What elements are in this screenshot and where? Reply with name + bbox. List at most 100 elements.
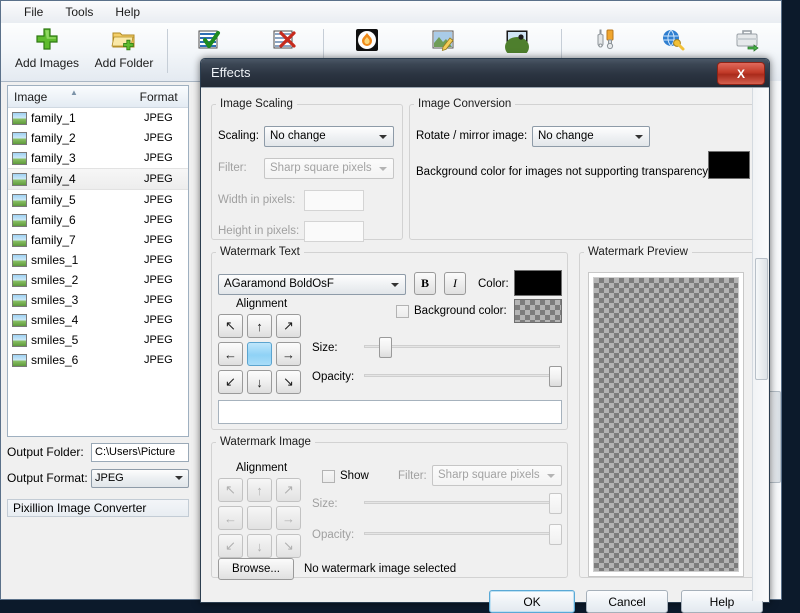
toolbar-add-images-button[interactable]: Add Images	[9, 25, 85, 70]
column-header-format[interactable]: Format	[129, 90, 188, 104]
watermark-background-color-label: Background color:	[414, 305, 507, 317]
align-middle-left-button[interactable]: ←	[218, 342, 243, 366]
align-top-center-button[interactable]: ↑	[247, 314, 272, 338]
group-watermark-text-legend: Watermark Text	[220, 246, 300, 258]
cancel-button[interactable]: Cancel	[586, 590, 668, 613]
file-name-cell: smiles_6	[8, 353, 129, 367]
watermark-image-opacity-slider[interactable]	[364, 524, 562, 545]
file-name-label: smiles_1	[31, 253, 79, 267]
align-top-right-button[interactable]: ↗	[276, 478, 301, 502]
toolbar-web-search-button[interactable]	[651, 25, 695, 56]
browse-button[interactable]: Browse...	[218, 558, 294, 580]
image-thumbnail-icon	[12, 193, 27, 207]
table-row[interactable]: smiles_2 JPEG	[8, 270, 188, 290]
bold-button[interactable]: B	[414, 272, 436, 295]
output-format-select[interactable]: JPEG	[91, 468, 189, 488]
watermark-background-color-swatch[interactable]	[514, 299, 562, 323]
table-row[interactable]: family_5 JPEG	[8, 190, 188, 210]
watermark-image-filter-value: Sharp square pixels	[438, 469, 540, 481]
align-middle-right-button[interactable]: →	[276, 342, 301, 366]
dialog-title-bar[interactable]: Effects X	[201, 59, 769, 87]
close-icon[interactable]: X	[717, 62, 765, 85]
align-center-button[interactable]	[247, 342, 272, 366]
align-top-left-button[interactable]: ↖	[218, 314, 243, 338]
watermark-font-select[interactable]: AGaramond BoldOsF	[218, 274, 406, 295]
italic-button[interactable]: I	[444, 272, 466, 295]
table-row[interactable]: family_3 JPEG	[8, 148, 188, 168]
table-row[interactable]: smiles_6 JPEG	[8, 350, 188, 370]
table-row[interactable]: family_1 JPEG	[8, 108, 188, 128]
watermark-text-alignment-grid[interactable]: ↖ ↑ ↗ ← → ↙ ↓ ↘	[218, 314, 301, 394]
toolbar-deselect-button[interactable]	[257, 25, 311, 56]
image-thumbnail-icon	[12, 253, 27, 267]
toolbar-burn-button[interactable]	[345, 25, 389, 56]
width-input[interactable]	[304, 190, 364, 211]
slider-thumb[interactable]	[549, 493, 562, 514]
watermark-image-show-checkbox[interactable]	[322, 470, 335, 483]
align-middle-left-button[interactable]: ←	[218, 506, 243, 530]
slider-thumb[interactable]	[549, 366, 562, 387]
align-center-button[interactable]	[247, 506, 272, 530]
align-top-right-button[interactable]: ↗	[276, 314, 301, 338]
align-bottom-right-button[interactable]: ↘	[276, 534, 301, 558]
align-top-center-button[interactable]: ↑	[247, 478, 272, 502]
watermark-opacity-slider[interactable]	[364, 366, 562, 387]
toolbar-effects-button[interactable]	[495, 25, 539, 56]
output-folder-input[interactable]: C:\Users\Picture	[91, 442, 189, 462]
table-row[interactable]: family_4 JPEG	[8, 168, 188, 190]
group-watermark-preview-legend: Watermark Preview	[588, 246, 688, 258]
file-list[interactable]: Image ▲ Format family_1 JPEG family_2 JPEG f…	[7, 85, 189, 437]
watermark-size-slider[interactable]	[364, 337, 560, 358]
height-input[interactable]	[304, 221, 364, 242]
watermark-image-size-label: Size:	[312, 498, 338, 510]
table-row[interactable]: family_6 JPEG	[8, 210, 188, 230]
toolbar-edit-image-button[interactable]	[421, 25, 465, 56]
slider-track	[364, 374, 560, 377]
align-top-left-button[interactable]: ↖	[218, 478, 243, 502]
align-middle-right-button[interactable]: →	[276, 506, 301, 530]
menu-tools[interactable]: Tools	[54, 3, 104, 21]
table-row[interactable]: smiles_1 JPEG	[8, 250, 188, 270]
watermark-text-input[interactable]	[218, 400, 562, 424]
align-bottom-center-button[interactable]: ↓	[247, 370, 272, 394]
scrollbar-thumb[interactable]	[755, 258, 768, 380]
watermark-color-swatch[interactable]	[514, 270, 562, 296]
ok-button[interactable]: OK	[489, 590, 575, 613]
dialog-scrollbar[interactable]	[752, 88, 768, 601]
rotate-mirror-select[interactable]: No change	[532, 126, 650, 147]
table-row[interactable]: family_2 JPEG	[8, 128, 188, 148]
watermark-image-filter-select[interactable]: Sharp square pixels	[432, 465, 562, 486]
status-bar: Pixillion Image Converter	[7, 499, 189, 517]
watermark-preview-panel	[588, 272, 744, 577]
file-name-cell: family_2	[8, 131, 129, 145]
table-row[interactable]: smiles_4 JPEG	[8, 310, 188, 330]
align-bottom-right-button[interactable]: ↘	[276, 370, 301, 394]
table-row[interactable]: smiles_3 JPEG	[8, 290, 188, 310]
background-color-swatch[interactable]	[708, 151, 750, 179]
slider-thumb[interactable]	[549, 524, 562, 545]
file-format-cell: JPEG	[143, 254, 173, 266]
toolbar-options-button[interactable]	[585, 25, 629, 56]
slider-thumb[interactable]	[379, 337, 392, 358]
toolbar-add-folder-button[interactable]: Add Folder	[87, 25, 161, 70]
toolbar-export-button[interactable]	[725, 25, 769, 56]
align-bottom-left-button[interactable]: ↙	[218, 534, 243, 558]
column-header-image[interactable]: Image	[8, 90, 129, 104]
table-row[interactable]: family_7 JPEG	[8, 230, 188, 250]
scaling-select[interactable]: No change	[264, 126, 394, 147]
align-bottom-left-button[interactable]: ↙	[218, 370, 243, 394]
background-color-checkbox[interactable]	[396, 305, 409, 318]
table-row[interactable]: smiles_5 JPEG	[8, 330, 188, 350]
menu-help[interactable]: Help	[104, 3, 151, 21]
image-thumbnail-icon	[12, 151, 27, 165]
file-list-header: Image ▲ Format	[8, 86, 188, 108]
help-button[interactable]: Help	[681, 590, 763, 613]
menu-file[interactable]: File	[13, 3, 54, 21]
watermark-image-size-slider[interactable]	[364, 493, 562, 514]
dialog-body: Image Scaling Scaling: No change Filter:…	[201, 87, 769, 613]
align-bottom-center-button[interactable]: ↓	[247, 534, 272, 558]
watermark-image-alignment-grid[interactable]: ↖ ↑ ↗ ← → ↙ ↓ ↘	[218, 478, 301, 558]
filter-select[interactable]: Sharp square pixels	[264, 158, 394, 179]
watermark-image-show-label: Show	[340, 470, 369, 482]
watermark-image-opacity-label: Opacity:	[312, 529, 355, 541]
